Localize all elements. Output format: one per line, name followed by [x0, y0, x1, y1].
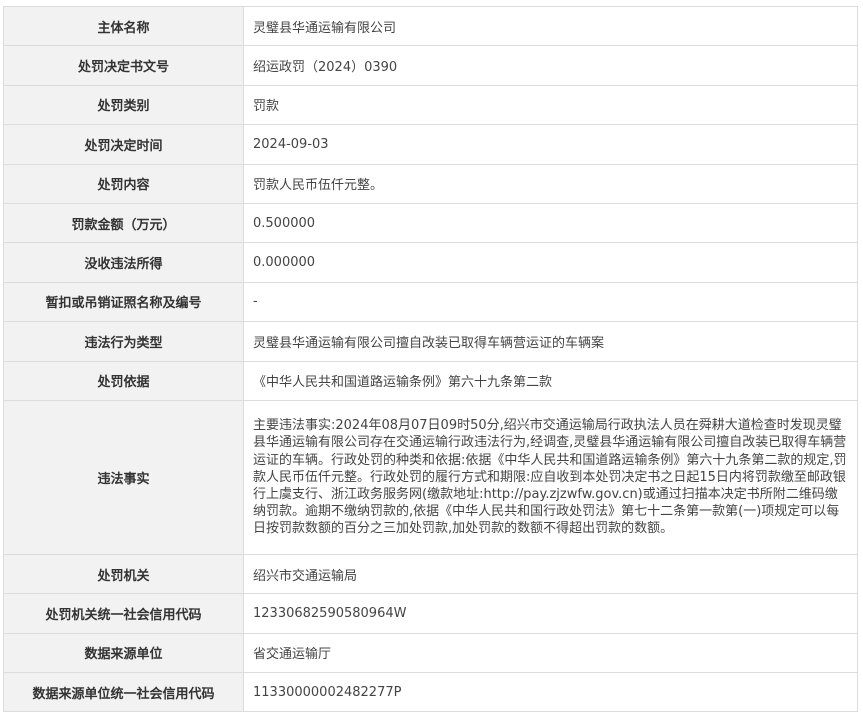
field-label: 处罚机关统一社会信用代码 — [3, 593, 244, 634]
table-row: 数据来源单位统一社会信用代码 11330000002482277P — [3, 672, 858, 712]
table-row: 处罚类别 罚款 — [3, 84, 858, 126]
field-value: 0.500000 — [243, 202, 858, 244]
field-value: 主要违法事实:2024年08月07日09时50分,绍兴市交通运输局行政执法人员在… — [243, 399, 858, 555]
field-value: 12330682590580964W — [243, 593, 858, 634]
field-value: 灵璧县华通运输有限公司 — [243, 5, 858, 47]
field-value: 省交通运输厅 — [243, 632, 858, 674]
field-value: 0.000000 — [243, 242, 858, 283]
field-label: 数据来源单位 — [3, 632, 244, 674]
table-row: 处罚决定时间 2024-09-03 — [3, 124, 858, 165]
table-row: 处罚决定书文号 绍运政罚（2024）0390 — [3, 45, 858, 86]
field-label: 违法行为类型 — [3, 321, 244, 362]
field-label: 数据来源单位统一社会信用代码 — [3, 672, 244, 712]
field-label: 暂扣或吊销证照名称及编号 — [3, 281, 244, 323]
field-label: 处罚类别 — [3, 84, 244, 126]
table-row: 处罚机关统一社会信用代码 12330682590580964W — [3, 593, 858, 634]
table-row: 数据来源单位 省交通运输厅 — [3, 632, 858, 674]
field-label: 处罚依据 — [3, 360, 244, 401]
field-value: - — [243, 281, 858, 323]
table-row: 没收违法所得 0.000000 — [3, 242, 858, 283]
penalty-info-table: 主体名称 灵璧县华通运输有限公司 处罚决定书文号 绍运政罚（2024）0390 … — [3, 5, 858, 712]
field-label: 处罚机关 — [3, 553, 244, 595]
table-row: 处罚依据 《中华人民共和国道路运输条例》第六十九条第二款 — [3, 360, 858, 401]
field-label: 处罚决定时间 — [3, 124, 244, 165]
field-value: 《中华人民共和国道路运输条例》第六十九条第二款 — [243, 360, 858, 401]
table-row: 违法事实 主要违法事实:2024年08月07日09时50分,绍兴市交通运输局行政… — [3, 399, 858, 555]
table-row: 违法行为类型 灵璧县华通运输有限公司擅自改装已取得车辆营运证的车辆案 — [3, 321, 858, 362]
field-value: 绍兴市交通运输局 — [243, 553, 858, 595]
field-value: 罚款 — [243, 84, 858, 126]
field-label: 没收违法所得 — [3, 242, 244, 283]
field-value: 11330000002482277P — [243, 672, 858, 712]
field-value: 罚款人民币伍仟元整。 — [243, 163, 858, 204]
field-label: 处罚内容 — [3, 163, 244, 204]
table-row: 罚款金额（万元） 0.500000 — [3, 202, 858, 244]
field-label: 处罚决定书文号 — [3, 45, 244, 86]
field-label: 违法事实 — [3, 399, 244, 555]
field-label: 主体名称 — [3, 5, 244, 47]
table-row: 暂扣或吊销证照名称及编号 - — [3, 281, 858, 323]
field-value: 灵璧县华通运输有限公司擅自改装已取得车辆营运证的车辆案 — [243, 321, 858, 362]
field-value: 绍运政罚（2024）0390 — [243, 45, 858, 86]
table-row: 主体名称 灵璧县华通运输有限公司 — [3, 5, 858, 47]
table-row: 处罚内容 罚款人民币伍仟元整。 — [3, 163, 858, 204]
field-value: 2024-09-03 — [243, 124, 858, 165]
table-row: 处罚机关 绍兴市交通运输局 — [3, 553, 858, 595]
field-label: 罚款金额（万元） — [3, 202, 244, 244]
